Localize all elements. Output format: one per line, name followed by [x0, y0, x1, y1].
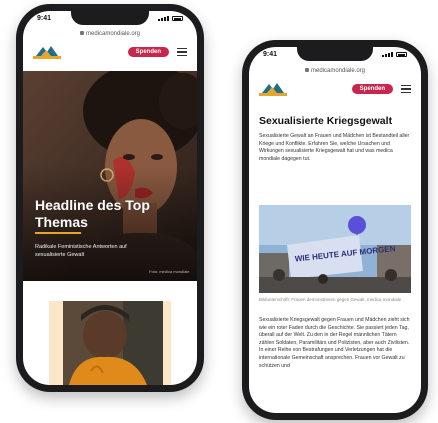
medica-mondiale-logo	[259, 83, 287, 96]
status-bar: 9:41	[249, 51, 421, 58]
hero-banner[interactable]: Headline des Top Themas Radikale Feminis…	[23, 71, 197, 281]
donate-button[interactable]: Spenden	[351, 84, 393, 94]
status-time: 9:41	[37, 15, 52, 22]
right-phone-screen: 9:41 medicamondiale.org Spenden Sexualis…	[249, 47, 421, 413]
site-header: Spenden	[249, 81, 421, 97]
menu-icon[interactable]	[177, 47, 187, 57]
hero-title-text: Headline des Top Themas	[35, 197, 150, 230]
status-bar: 9:41	[23, 15, 197, 22]
battery-icon	[396, 52, 407, 57]
article-intro: Sexualisierte Gewalt an Frauen und Mädch…	[259, 133, 410, 162]
demonstration-photo[interactable]: WIE HEUTE AUF MORGEN	[259, 205, 411, 293]
lock-icon	[79, 31, 84, 36]
left-phone: 9:41 medicamondiale.org Spenden Headline…	[16, 4, 204, 392]
site-logo[interactable]	[33, 44, 61, 60]
hero-title[interactable]: Headline des Top Themas	[35, 197, 185, 234]
menu-icon[interactable]	[401, 84, 411, 94]
photo-caption: Bildunterschrift: Frauen demonstrieren g…	[259, 297, 402, 302]
medica-mondiale-logo	[33, 46, 61, 59]
site-header: Spenden	[23, 44, 197, 60]
url-text: medicamondiale.org	[85, 31, 141, 37]
left-phone-screen: 9:41 medicamondiale.org Spenden Headline…	[23, 11, 197, 385]
hero-title-underline	[35, 232, 81, 234]
battery-icon	[172, 16, 183, 21]
article-body: Sexualisierte Kriegsgewalt gegen Frauen …	[259, 317, 410, 369]
donate-button[interactable]: Spenden	[127, 47, 169, 57]
lock-icon	[304, 68, 309, 73]
address-bar[interactable]: medicamondiale.org	[23, 31, 197, 37]
hero-credit: Foto: medica mondiale	[149, 269, 190, 274]
status-time: 9:41	[263, 51, 278, 58]
signal-icon	[382, 52, 393, 57]
status-icons	[158, 16, 183, 21]
right-phone: 9:41 medicamondiale.org Spenden Sexualis…	[242, 40, 428, 420]
signal-icon	[158, 16, 169, 21]
site-logo[interactable]	[259, 81, 287, 97]
hero-subtitle: Radikale Feministische Antworten auf sex…	[35, 244, 127, 258]
url-text: medicamondiale.org	[310, 68, 366, 74]
status-icons	[382, 52, 407, 57]
article-title: Sexualisierte Kriegsgewalt	[259, 115, 393, 127]
address-bar[interactable]: medicamondiale.org	[249, 68, 421, 74]
woman-portrait-image	[63, 301, 163, 385]
